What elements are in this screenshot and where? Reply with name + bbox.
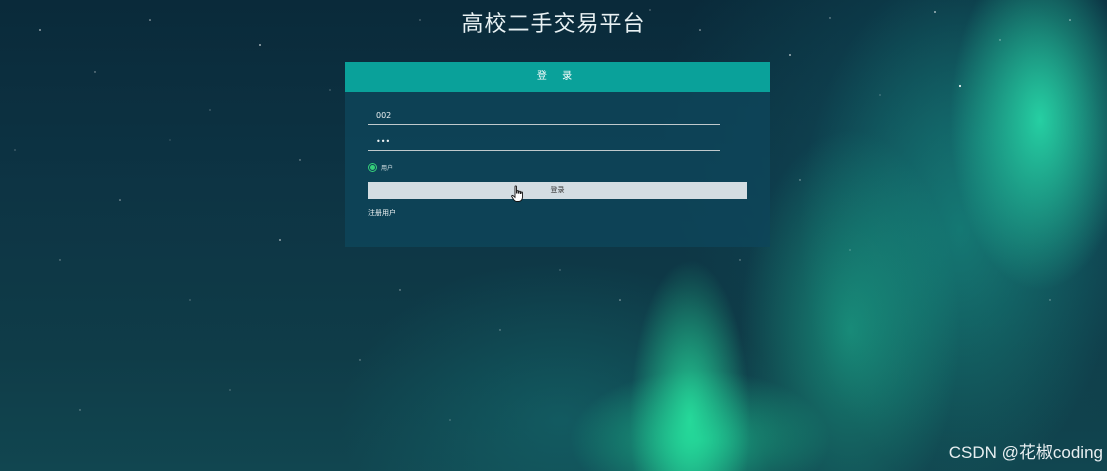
login-card: 登 录 002 ••• 用户 登录 注册用户 bbox=[345, 62, 770, 247]
csdn-watermark: CSDN @花椒coding bbox=[948, 443, 1103, 462]
radio-dot bbox=[370, 164, 375, 170]
role-radio-option[interactable]: 用户 bbox=[368, 161, 393, 173]
page-title: 高校二手交易平台 bbox=[461, 12, 646, 37]
register-link[interactable]: 注册用户 bbox=[368, 208, 396, 218]
login-card-header: 登 录 bbox=[345, 62, 770, 92]
radio-selected-icon[interactable] bbox=[368, 162, 377, 172]
username-input[interactable]: 002 bbox=[368, 107, 720, 125]
login-button[interactable]: 登录 bbox=[368, 182, 747, 199]
password-input[interactable]: ••• bbox=[368, 133, 720, 151]
hand-pointer-icon bbox=[511, 185, 523, 202]
role-radio-label: 用户 bbox=[381, 164, 394, 172]
